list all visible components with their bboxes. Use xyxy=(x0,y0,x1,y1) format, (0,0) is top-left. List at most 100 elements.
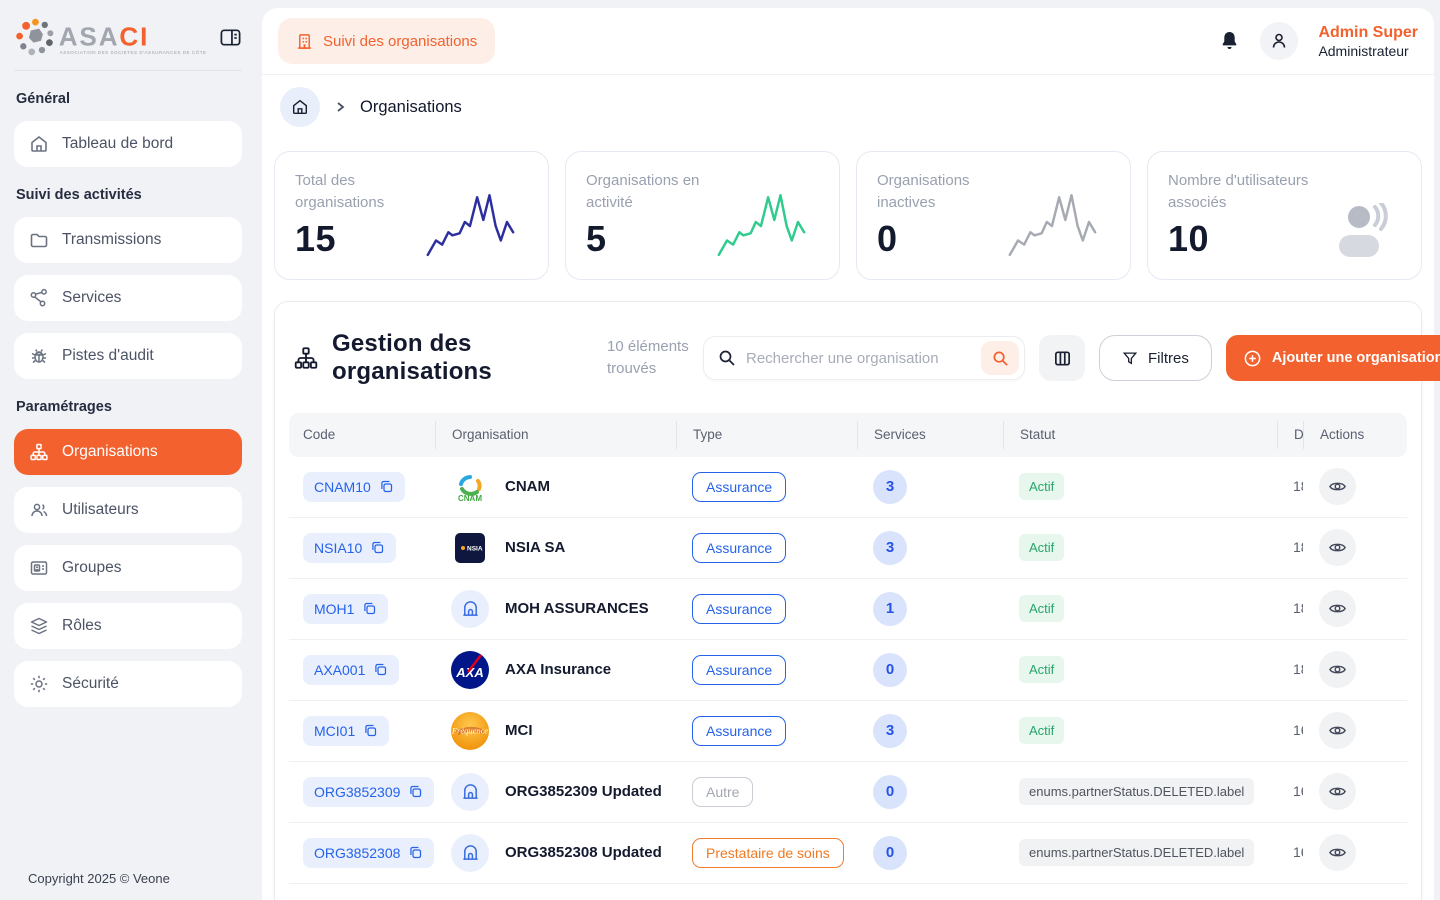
type-badge: Prestataire de soins xyxy=(692,838,844,868)
svg-text:ASSOCIATION DES SOCIETES D'ASS: ASSOCIATION DES SOCIETES D'ASSURANCES DE… xyxy=(60,49,206,55)
status-cell: Actif xyxy=(1003,595,1277,622)
table-row-moh1[interactable]: MOH1 MOH ASSURANCES Assurance 1 Actif 18 xyxy=(289,579,1407,640)
eye-icon xyxy=(1328,538,1347,557)
eye-icon xyxy=(1328,599,1347,618)
view-details-button[interactable] xyxy=(1319,468,1356,505)
code-copy-chip[interactable]: MOH1 xyxy=(303,594,388,624)
date-value: 18 xyxy=(1293,600,1303,616)
copy-icon xyxy=(373,662,388,677)
brand: ASACI ASSOCIATION DES SOCIETES D'ASSURAN… xyxy=(14,14,242,60)
user-avatar[interactable] xyxy=(1260,22,1298,60)
sidebar-item-roles[interactable]: Rôles xyxy=(14,603,242,649)
person-icon xyxy=(1269,31,1289,51)
status-badge: Actif xyxy=(1019,595,1064,622)
type-cell: Autre xyxy=(676,777,857,807)
notifications-bell-icon[interactable] xyxy=(1219,30,1240,52)
home-icon xyxy=(461,599,480,618)
code-value: ORG3852309 xyxy=(314,784,400,800)
view-details-button[interactable] xyxy=(1319,773,1356,810)
sidebar-item-tableau-de-bord[interactable]: Tableau de bord xyxy=(14,121,242,167)
stat-card-label: Organisations inactives xyxy=(877,170,1021,214)
context-tab-suivi-des-organisations[interactable]: Suivi des organisations xyxy=(278,18,495,64)
copy-icon xyxy=(370,540,385,555)
view-details-button[interactable] xyxy=(1319,651,1356,688)
code-cell: ORG3852308 xyxy=(289,838,435,868)
table-row-axa001[interactable]: AXA001 AXA AXA Insurance Assurance 0 Act… xyxy=(289,640,1407,701)
sidebar-item-label: Services xyxy=(62,289,121,307)
code-copy-chip[interactable]: NSIA10 xyxy=(303,533,396,563)
view-details-button[interactable] xyxy=(1319,590,1356,627)
table-row-mci01[interactable]: MCI01 Fréquence MCI Assurance 3 Actif 16 xyxy=(289,701,1407,762)
actions-cell xyxy=(1303,834,1407,871)
services-count-badge: 0 xyxy=(873,775,907,809)
sidebar-item-utilisateurs[interactable]: Utilisateurs xyxy=(14,487,242,533)
sidebar-item-securite[interactable]: Sécurité xyxy=(14,661,242,707)
columns-toggle-button[interactable] xyxy=(1039,335,1085,381)
add-organisation-button[interactable]: Ajouter une organisation xyxy=(1226,335,1440,381)
sparkline-chart xyxy=(713,187,813,259)
organisation-name: ORG3852308 Updated xyxy=(505,844,662,861)
code-copy-chip[interactable]: AXA001 xyxy=(303,655,399,685)
date-cell: 18 xyxy=(1277,539,1303,557)
code-value: MOH1 xyxy=(314,601,354,617)
eye-icon xyxy=(1328,721,1347,740)
search-box xyxy=(703,336,1025,380)
type-badge: Assurance xyxy=(692,472,786,502)
column-header-type: Type xyxy=(676,421,857,449)
actions-cell xyxy=(1303,529,1407,566)
filters-label: Filtres xyxy=(1148,350,1189,367)
code-value: AXA001 xyxy=(314,662,365,678)
table-body: CNAM10 CNAM CNAM Assurance 3 Actif 18 xyxy=(289,457,1407,884)
search-submit-button[interactable] xyxy=(981,341,1019,375)
sidebar-item-transmissions[interactable]: Transmissions xyxy=(14,217,242,263)
svg-text:ASACI: ASACI xyxy=(59,21,149,51)
table-row-org3852308[interactable]: ORG3852308 ORG3852308 Updated Prestatair… xyxy=(289,823,1407,884)
nsia-logo: NSIA xyxy=(451,529,489,567)
copy-icon xyxy=(408,784,423,799)
actions-cell xyxy=(1303,468,1407,505)
date-cell: 16 xyxy=(1277,844,1303,862)
sidebar-item-services[interactable]: Services xyxy=(14,275,242,321)
code-copy-chip[interactable]: ORG3852309 xyxy=(303,777,434,807)
sidebar-item-label: Groupes xyxy=(62,559,121,577)
status-badge: enums.partnerStatus.DELETED.label xyxy=(1019,778,1254,805)
services-count-badge: 3 xyxy=(873,470,907,504)
logo-dots-emblem xyxy=(16,19,53,56)
column-header-actions: Actions xyxy=(1303,421,1407,449)
type-badge: Autre xyxy=(692,777,753,807)
sidebar-item-groupes[interactable]: Groupes xyxy=(14,545,242,591)
filters-button[interactable]: Filtres xyxy=(1099,335,1212,381)
services-count-badge: 1 xyxy=(873,592,907,626)
code-copy-chip[interactable]: CNAM10 xyxy=(303,472,405,502)
funnel-icon xyxy=(1122,350,1138,366)
sidebar-item-organisations[interactable]: Organisations xyxy=(14,429,242,475)
table-row-nsia10[interactable]: NSIA10 NSIA NSIA SA Assurance 3 Actif 18 xyxy=(289,518,1407,579)
table-row-org3852309[interactable]: ORG3852309 ORG3852309 Updated Autre 0 en… xyxy=(289,762,1407,823)
view-details-button[interactable] xyxy=(1319,529,1356,566)
users-icon xyxy=(29,500,49,520)
view-details-button[interactable] xyxy=(1319,712,1356,749)
sidebar-item-pistes-d-audit[interactable]: Pistes d'audit xyxy=(14,333,242,379)
organisation-cell: MOH ASSURANCES xyxy=(435,590,676,628)
sidebar-collapse-icon[interactable] xyxy=(219,26,242,49)
sidebar-item-label: Transmissions xyxy=(62,231,161,249)
code-copy-chip[interactable]: MCI01 xyxy=(303,716,389,746)
table-row-cnam10[interactable]: CNAM10 CNAM CNAM Assurance 3 Actif 18 xyxy=(289,457,1407,518)
search-input[interactable] xyxy=(746,350,971,367)
date-cell: 16 xyxy=(1277,783,1303,801)
svg-text:NSIA: NSIA xyxy=(467,545,483,552)
status-cell: Actif xyxy=(1003,656,1277,683)
code-copy-chip[interactable]: ORG3852308 xyxy=(303,838,434,868)
date-cell: 18 xyxy=(1277,661,1303,679)
panel-header: Gestion des organisations 10 éléments tr… xyxy=(289,316,1407,413)
bug-icon xyxy=(29,346,49,366)
organisations-panel: Gestion des organisations 10 éléments tr… xyxy=(274,301,1422,900)
building-icon xyxy=(296,33,313,50)
column-header-organisation: Organisation xyxy=(435,421,676,449)
column-header-code: Code xyxy=(289,421,435,449)
breadcrumb-home-button[interactable] xyxy=(280,87,320,127)
stat-card-nombre-d-utilisateurs-associes: Nombre d'utilisateurs associés10 xyxy=(1147,151,1422,280)
copy-icon xyxy=(362,601,377,616)
view-details-button[interactable] xyxy=(1319,834,1356,871)
code-cell: AXA001 xyxy=(289,655,435,685)
